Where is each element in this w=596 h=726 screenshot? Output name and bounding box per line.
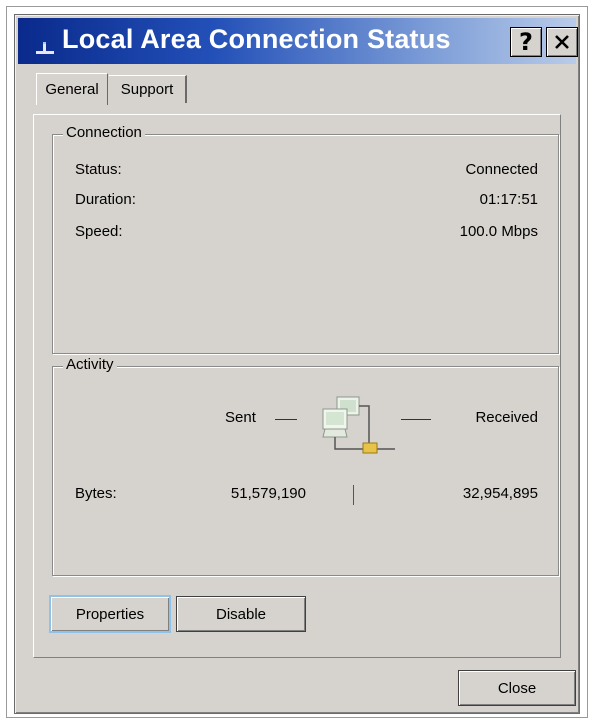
disable-button[interactable]: Disable (176, 596, 306, 632)
tab-support[interactable]: Support (109, 75, 187, 103)
close-button[interactable]: Close (458, 670, 576, 706)
close-icon (555, 35, 569, 49)
duration-value: 01:17:51 (479, 191, 538, 208)
network-connection-icon (36, 42, 54, 54)
speed-value: 100.0 Mbps (459, 223, 538, 240)
bytes-separator (353, 485, 354, 505)
activity-groupbox: Activity Sent Received Bytes: 51,579,190… (52, 356, 559, 576)
status-label: Status: (75, 161, 122, 178)
tab-general[interactable]: General (36, 73, 108, 105)
status-value: Connected (465, 161, 538, 178)
network-computers-icon (322, 396, 395, 454)
title-bar[interactable]: Local Area Connection Status ? (18, 18, 578, 64)
window-title: Local Area Connection Status (62, 24, 451, 54)
received-label: Received (475, 409, 538, 426)
connection-legend: Connection (63, 124, 145, 141)
bytes-received-value: 32,954,895 (462, 485, 538, 502)
sent-label: Sent (225, 409, 256, 426)
received-dash (401, 419, 431, 420)
help-button[interactable]: ? (510, 27, 542, 57)
bytes-label: Bytes: (75, 485, 117, 502)
close-window-button[interactable] (546, 27, 578, 57)
duration-label: Duration: (75, 191, 136, 208)
speed-label: Speed: (75, 223, 123, 240)
properties-button[interactable]: Properties (49, 595, 171, 633)
activity-legend: Activity (63, 356, 117, 373)
bytes-sent-value: 51,579,190 (230, 485, 306, 502)
sent-dash (275, 419, 297, 420)
connection-groupbox: Connection Status: Connected Duration: 0… (52, 124, 559, 354)
